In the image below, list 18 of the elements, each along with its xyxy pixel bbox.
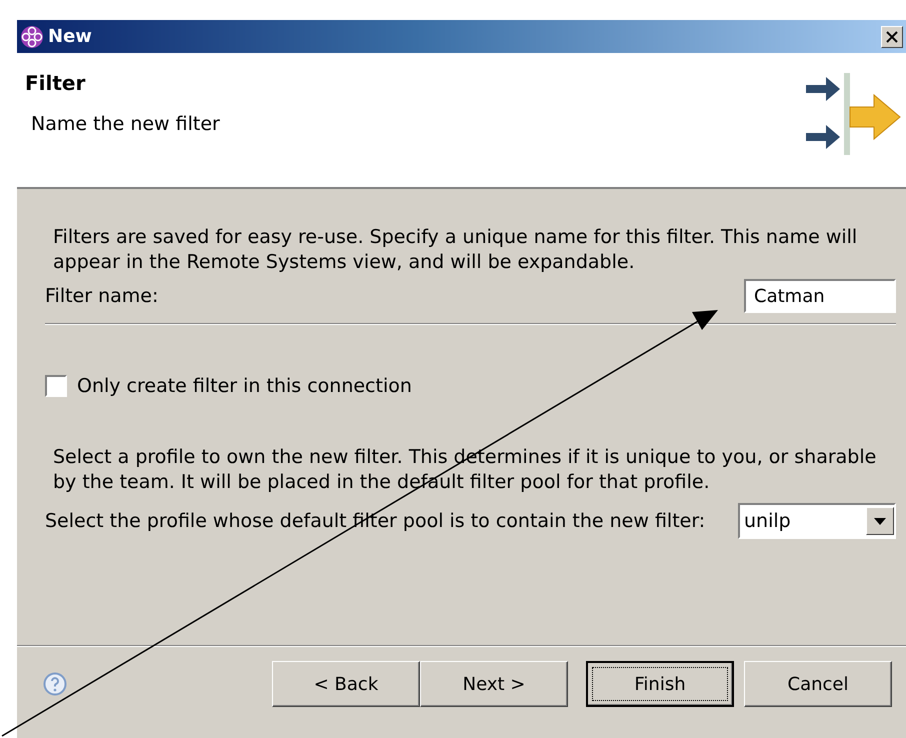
wizard-button[interactable]: < Back — [272, 661, 420, 707]
window-title: New — [48, 26, 93, 47]
app-icon — [20, 24, 44, 48]
filter-name-field[interactable]: Catman — [744, 279, 896, 313]
page-subtitle: Name the new filter — [31, 113, 221, 135]
intro-text: Filters are saved for easy re-use. Specify a unique name for this filter. This name will appear in the Remote Systems view, and will be expandable. — [53, 225, 858, 275]
checkbox-label: Only create filter in this connection — [77, 375, 412, 397]
page-title: Filter — [25, 71, 86, 95]
wizard-button[interactable]: Next > — [420, 661, 568, 707]
caret-icon — [874, 518, 886, 524]
checkbox[interactable] — [45, 375, 67, 397]
help-icon[interactable] — [43, 672, 67, 696]
wizard-button[interactable]: Finish — [586, 661, 734, 707]
filter-name-label: Filter name: — [45, 285, 158, 307]
close-button[interactable] — [881, 26, 903, 48]
close-icon — [886, 30, 898, 42]
wizard-button[interactable]: Cancel — [744, 661, 892, 707]
profile-dropdown[interactable]: unilp — [738, 503, 896, 539]
